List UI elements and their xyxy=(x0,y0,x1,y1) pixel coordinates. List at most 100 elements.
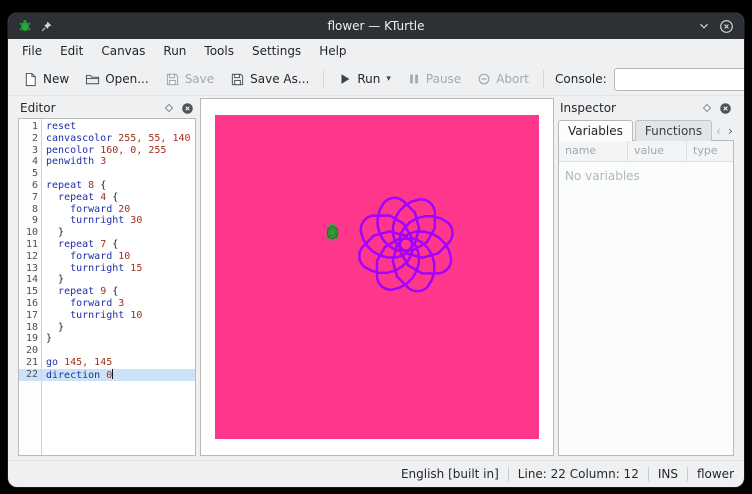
main-area: Editor 123456789101 xyxy=(8,96,744,460)
menubar: File Edit Canvas Run Tools Settings Help xyxy=(8,39,744,63)
editor-code[interactable]: resetcanvascolor 255, 55, 140pencolor 16… xyxy=(42,119,195,455)
new-button-label: New xyxy=(43,72,69,86)
editor-line-number: 14 xyxy=(19,274,41,286)
console-input[interactable] xyxy=(620,71,744,87)
minimize-icon[interactable] xyxy=(697,19,711,33)
column-header-name[interactable]: name xyxy=(559,141,628,161)
menu-help[interactable]: Help xyxy=(310,41,355,61)
save-icon xyxy=(165,72,180,87)
editor-code-line: repeat 4 { xyxy=(42,192,195,204)
abort-icon xyxy=(477,72,491,86)
save-as-button-label: Save As... xyxy=(250,72,309,86)
menu-edit[interactable]: Edit xyxy=(51,41,92,61)
editor-line-number: 20 xyxy=(19,345,41,357)
menu-tools[interactable]: Tools xyxy=(195,41,243,61)
editor-line-number: 3 xyxy=(19,145,41,157)
editor-line-number: 13 xyxy=(19,263,41,275)
run-dropdown-icon[interactable]: ▾ xyxy=(386,74,391,84)
menu-run[interactable]: Run xyxy=(154,41,195,61)
titlebar-right xyxy=(678,19,734,34)
editor-line-number: 5 xyxy=(19,168,41,180)
open-button[interactable]: Open... xyxy=(78,69,156,90)
save-as-icon xyxy=(230,72,245,87)
editor-line-number: 12 xyxy=(19,251,41,263)
editor-line-number: 22 xyxy=(19,369,41,381)
editor-code-line: turnright 30 xyxy=(42,215,195,227)
open-folder-icon xyxy=(85,72,100,87)
titlebar-left xyxy=(18,19,74,33)
editor-line-number: 10 xyxy=(19,227,41,239)
editor-code-line: canvascolor 255, 55, 140 xyxy=(42,133,195,145)
menu-settings[interactable]: Settings xyxy=(243,41,310,61)
pause-button-label: Pause xyxy=(426,72,461,86)
save-button-label: Save xyxy=(185,72,214,86)
kturtle-window: flower — KTurtle File Edit Canvas Run To… xyxy=(8,13,744,487)
inspector-dock: Inspector Variables xyxy=(558,98,734,456)
dock-close-icon[interactable] xyxy=(181,102,194,115)
pause-icon xyxy=(407,72,421,86)
editor-code-line: turnright 15 xyxy=(42,263,195,275)
editor-dock-header: Editor xyxy=(18,98,196,118)
editor-line-number: 18 xyxy=(19,322,41,334)
menu-file[interactable]: File xyxy=(13,41,51,61)
toolbar-separator xyxy=(543,70,544,88)
status-language: English [built in] xyxy=(401,467,499,481)
editor-code-line: } xyxy=(42,227,195,239)
console-label: Console: xyxy=(555,72,607,86)
run-play-icon xyxy=(338,72,352,86)
dock-float-icon[interactable] xyxy=(702,103,712,113)
open-button-label: Open... xyxy=(105,72,149,86)
dock-close-icon[interactable] xyxy=(719,102,732,115)
editor-line-number: 19 xyxy=(19,333,41,345)
editor-code-line: forward 10 xyxy=(42,251,195,263)
turtle-canvas xyxy=(215,115,539,439)
close-icon[interactable] xyxy=(719,19,734,34)
column-header-type[interactable]: type xyxy=(687,141,733,161)
variables-pane: name value type No variables xyxy=(558,140,734,456)
no-variables-text: No variables xyxy=(565,169,640,183)
menu-canvas[interactable]: Canvas xyxy=(92,41,154,61)
toolbar-separator xyxy=(323,70,324,88)
tab-scroll-left-icon[interactable]: ‹ xyxy=(714,124,723,138)
new-button[interactable]: New xyxy=(16,69,76,90)
editor-code-line: } xyxy=(42,333,195,345)
code-editor[interactable]: 12345678910111213141516171819202122 rese… xyxy=(18,118,196,456)
titlebar[interactable]: flower — KTurtle xyxy=(8,13,744,39)
pause-button[interactable]: Pause xyxy=(400,69,468,89)
editor-dock: Editor 123456789101 xyxy=(18,98,196,456)
editor-code-line: penwidth 3 xyxy=(42,156,195,168)
editor-line-number: 21 xyxy=(19,357,41,369)
editor-line-number: 6 xyxy=(19,180,41,192)
editor-code-line: reset xyxy=(42,121,195,133)
editor-code-line xyxy=(42,168,195,180)
tab-variables[interactable]: Variables xyxy=(558,120,633,141)
text-caret xyxy=(112,369,113,379)
editor-line-number: 9 xyxy=(19,215,41,227)
editor-line-number: 2 xyxy=(19,133,41,145)
canvas-view xyxy=(200,98,554,456)
editor-code-line: } xyxy=(42,274,195,286)
tab-scroll-right-icon[interactable]: › xyxy=(726,124,735,138)
editor-code-line: repeat 9 { xyxy=(42,286,195,298)
pin-icon[interactable] xyxy=(40,20,53,33)
abort-button[interactable]: Abort xyxy=(470,69,536,89)
tab-functions[interactable]: Functions xyxy=(635,120,712,141)
dock-float-icon[interactable] xyxy=(164,103,174,113)
editor-gutter: 12345678910111213141516171819202122 xyxy=(19,119,42,455)
editor-line-number: 1 xyxy=(19,121,41,133)
editor-code-line: } xyxy=(42,322,195,334)
status-separator xyxy=(648,467,649,481)
editor-code-line: go 145, 145 xyxy=(42,357,195,369)
run-button[interactable]: Run ▾ xyxy=(331,69,398,89)
inspector-tabbar: Variables Functions ‹ › xyxy=(558,118,734,141)
console-combobox[interactable]: ▾ xyxy=(614,68,744,91)
status-input-mode: INS xyxy=(658,467,678,481)
save-as-button[interactable]: Save As... xyxy=(223,69,316,90)
editor-line-number: 8 xyxy=(19,204,41,216)
editor-line-number: 4 xyxy=(19,156,41,168)
column-header-value[interactable]: value xyxy=(628,141,687,161)
editor-line-number: 17 xyxy=(19,310,41,322)
variables-table-body: No variables xyxy=(559,162,733,455)
editor-code-line: pencolor 160, 0, 255 xyxy=(42,145,195,157)
save-button[interactable]: Save xyxy=(158,69,221,90)
